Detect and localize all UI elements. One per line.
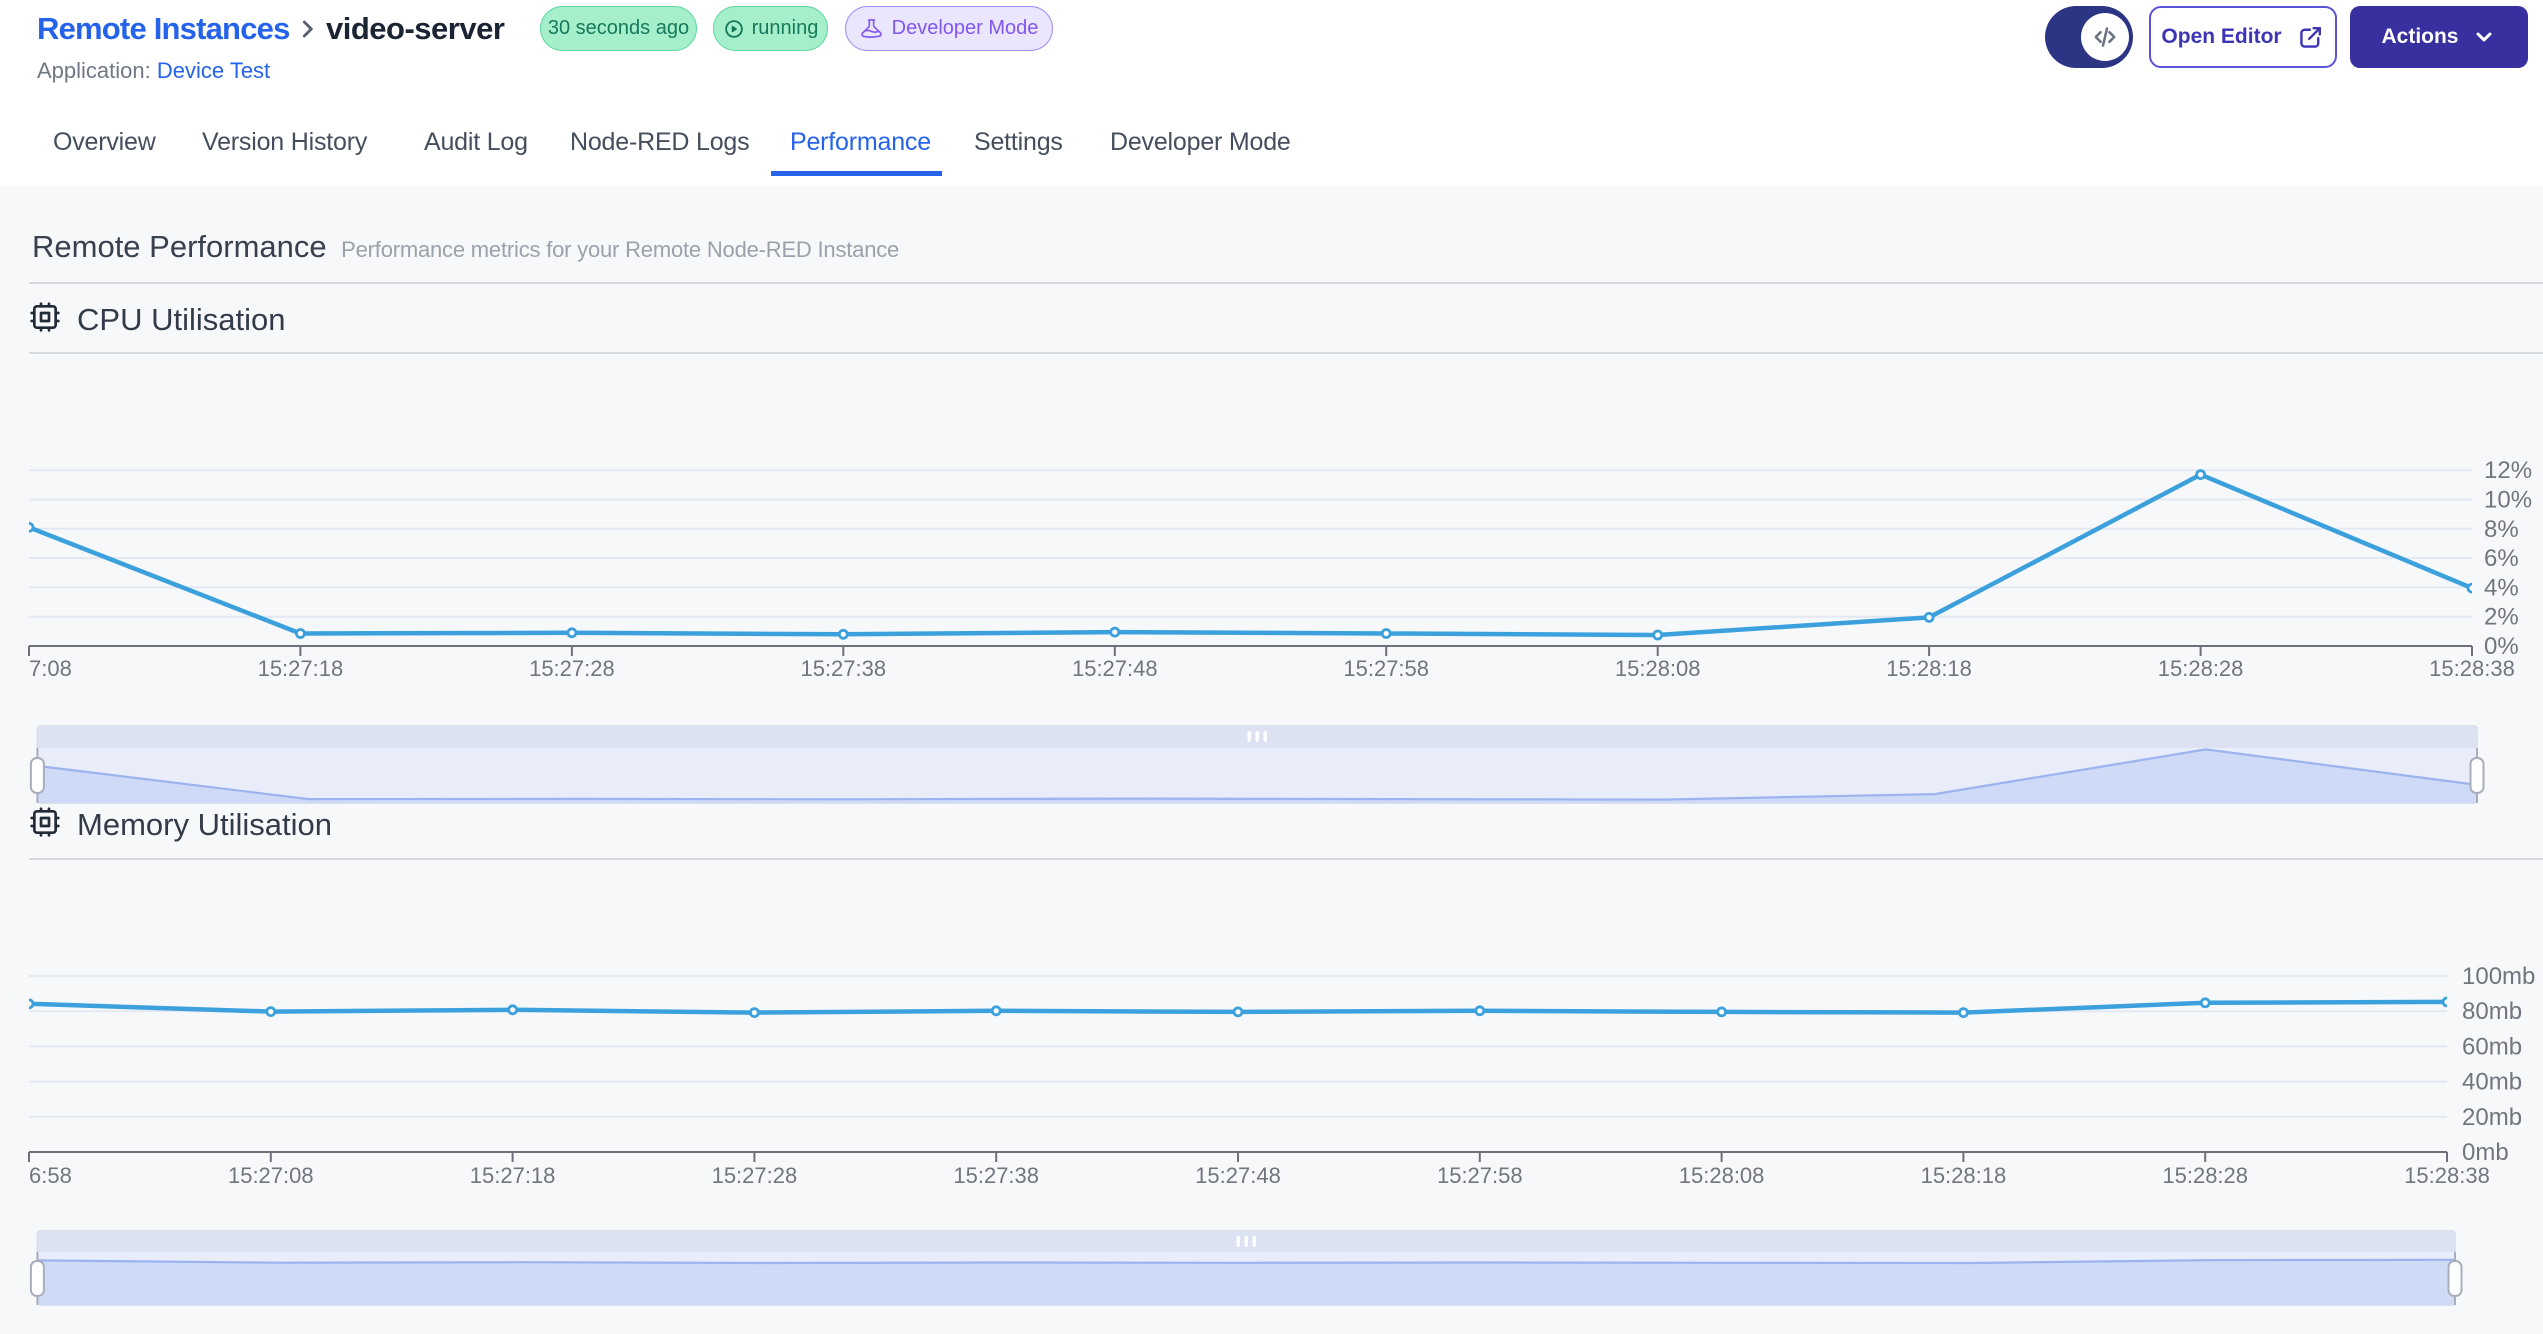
svg-text:15:27:28: 15:27:28	[529, 656, 615, 681]
svg-text:40mb: 40mb	[2462, 1069, 2522, 1096]
svg-text:15:28:08: 15:28:08	[1679, 1163, 1765, 1188]
svg-text:15:27:18: 15:27:18	[258, 656, 344, 681]
svg-text:80mb: 80mb	[2462, 998, 2522, 1025]
svg-text:15:28:08: 15:28:08	[1615, 656, 1701, 681]
svg-text:0%: 0%	[2484, 633, 2519, 660]
svg-text:15:27:28: 15:27:28	[712, 1163, 798, 1188]
svg-text:6:58: 6:58	[29, 1163, 72, 1188]
svg-text:12%: 12%	[2484, 457, 2532, 484]
svg-text:15:27:48: 15:27:48	[1072, 656, 1158, 681]
svg-text:15:27:38: 15:27:38	[800, 656, 886, 681]
svg-text:100mb: 100mb	[2462, 963, 2535, 990]
svg-text:15:27:48: 15:27:48	[1195, 1163, 1281, 1188]
svg-text:60mb: 60mb	[2462, 1033, 2522, 1060]
svg-text:15:27:08: 15:27:08	[228, 1163, 314, 1188]
svg-text:15:28:28: 15:28:28	[2158, 656, 2244, 681]
svg-text:10%: 10%	[2484, 487, 2532, 514]
svg-text:0mb: 0mb	[2462, 1139, 2509, 1166]
svg-text:20mb: 20mb	[2462, 1104, 2522, 1131]
svg-text:2%: 2%	[2484, 604, 2519, 631]
svg-text:15:28:18: 15:28:18	[1886, 656, 1972, 681]
svg-text:7:08: 7:08	[29, 656, 72, 681]
svg-text:4%: 4%	[2484, 574, 2519, 601]
svg-text:15:28:18: 15:28:18	[1921, 1163, 2007, 1188]
svg-text:15:28:38: 15:28:38	[2404, 1163, 2490, 1188]
svg-text:15:28:28: 15:28:28	[2162, 1163, 2248, 1188]
svg-text:6%: 6%	[2484, 545, 2519, 572]
svg-text:15:27:18: 15:27:18	[470, 1163, 556, 1188]
svg-text:15:27:58: 15:27:58	[1343, 656, 1429, 681]
svg-text:15:27:38: 15:27:38	[953, 1163, 1039, 1188]
svg-text:15:27:58: 15:27:58	[1437, 1163, 1523, 1188]
svg-text:8%: 8%	[2484, 516, 2519, 543]
